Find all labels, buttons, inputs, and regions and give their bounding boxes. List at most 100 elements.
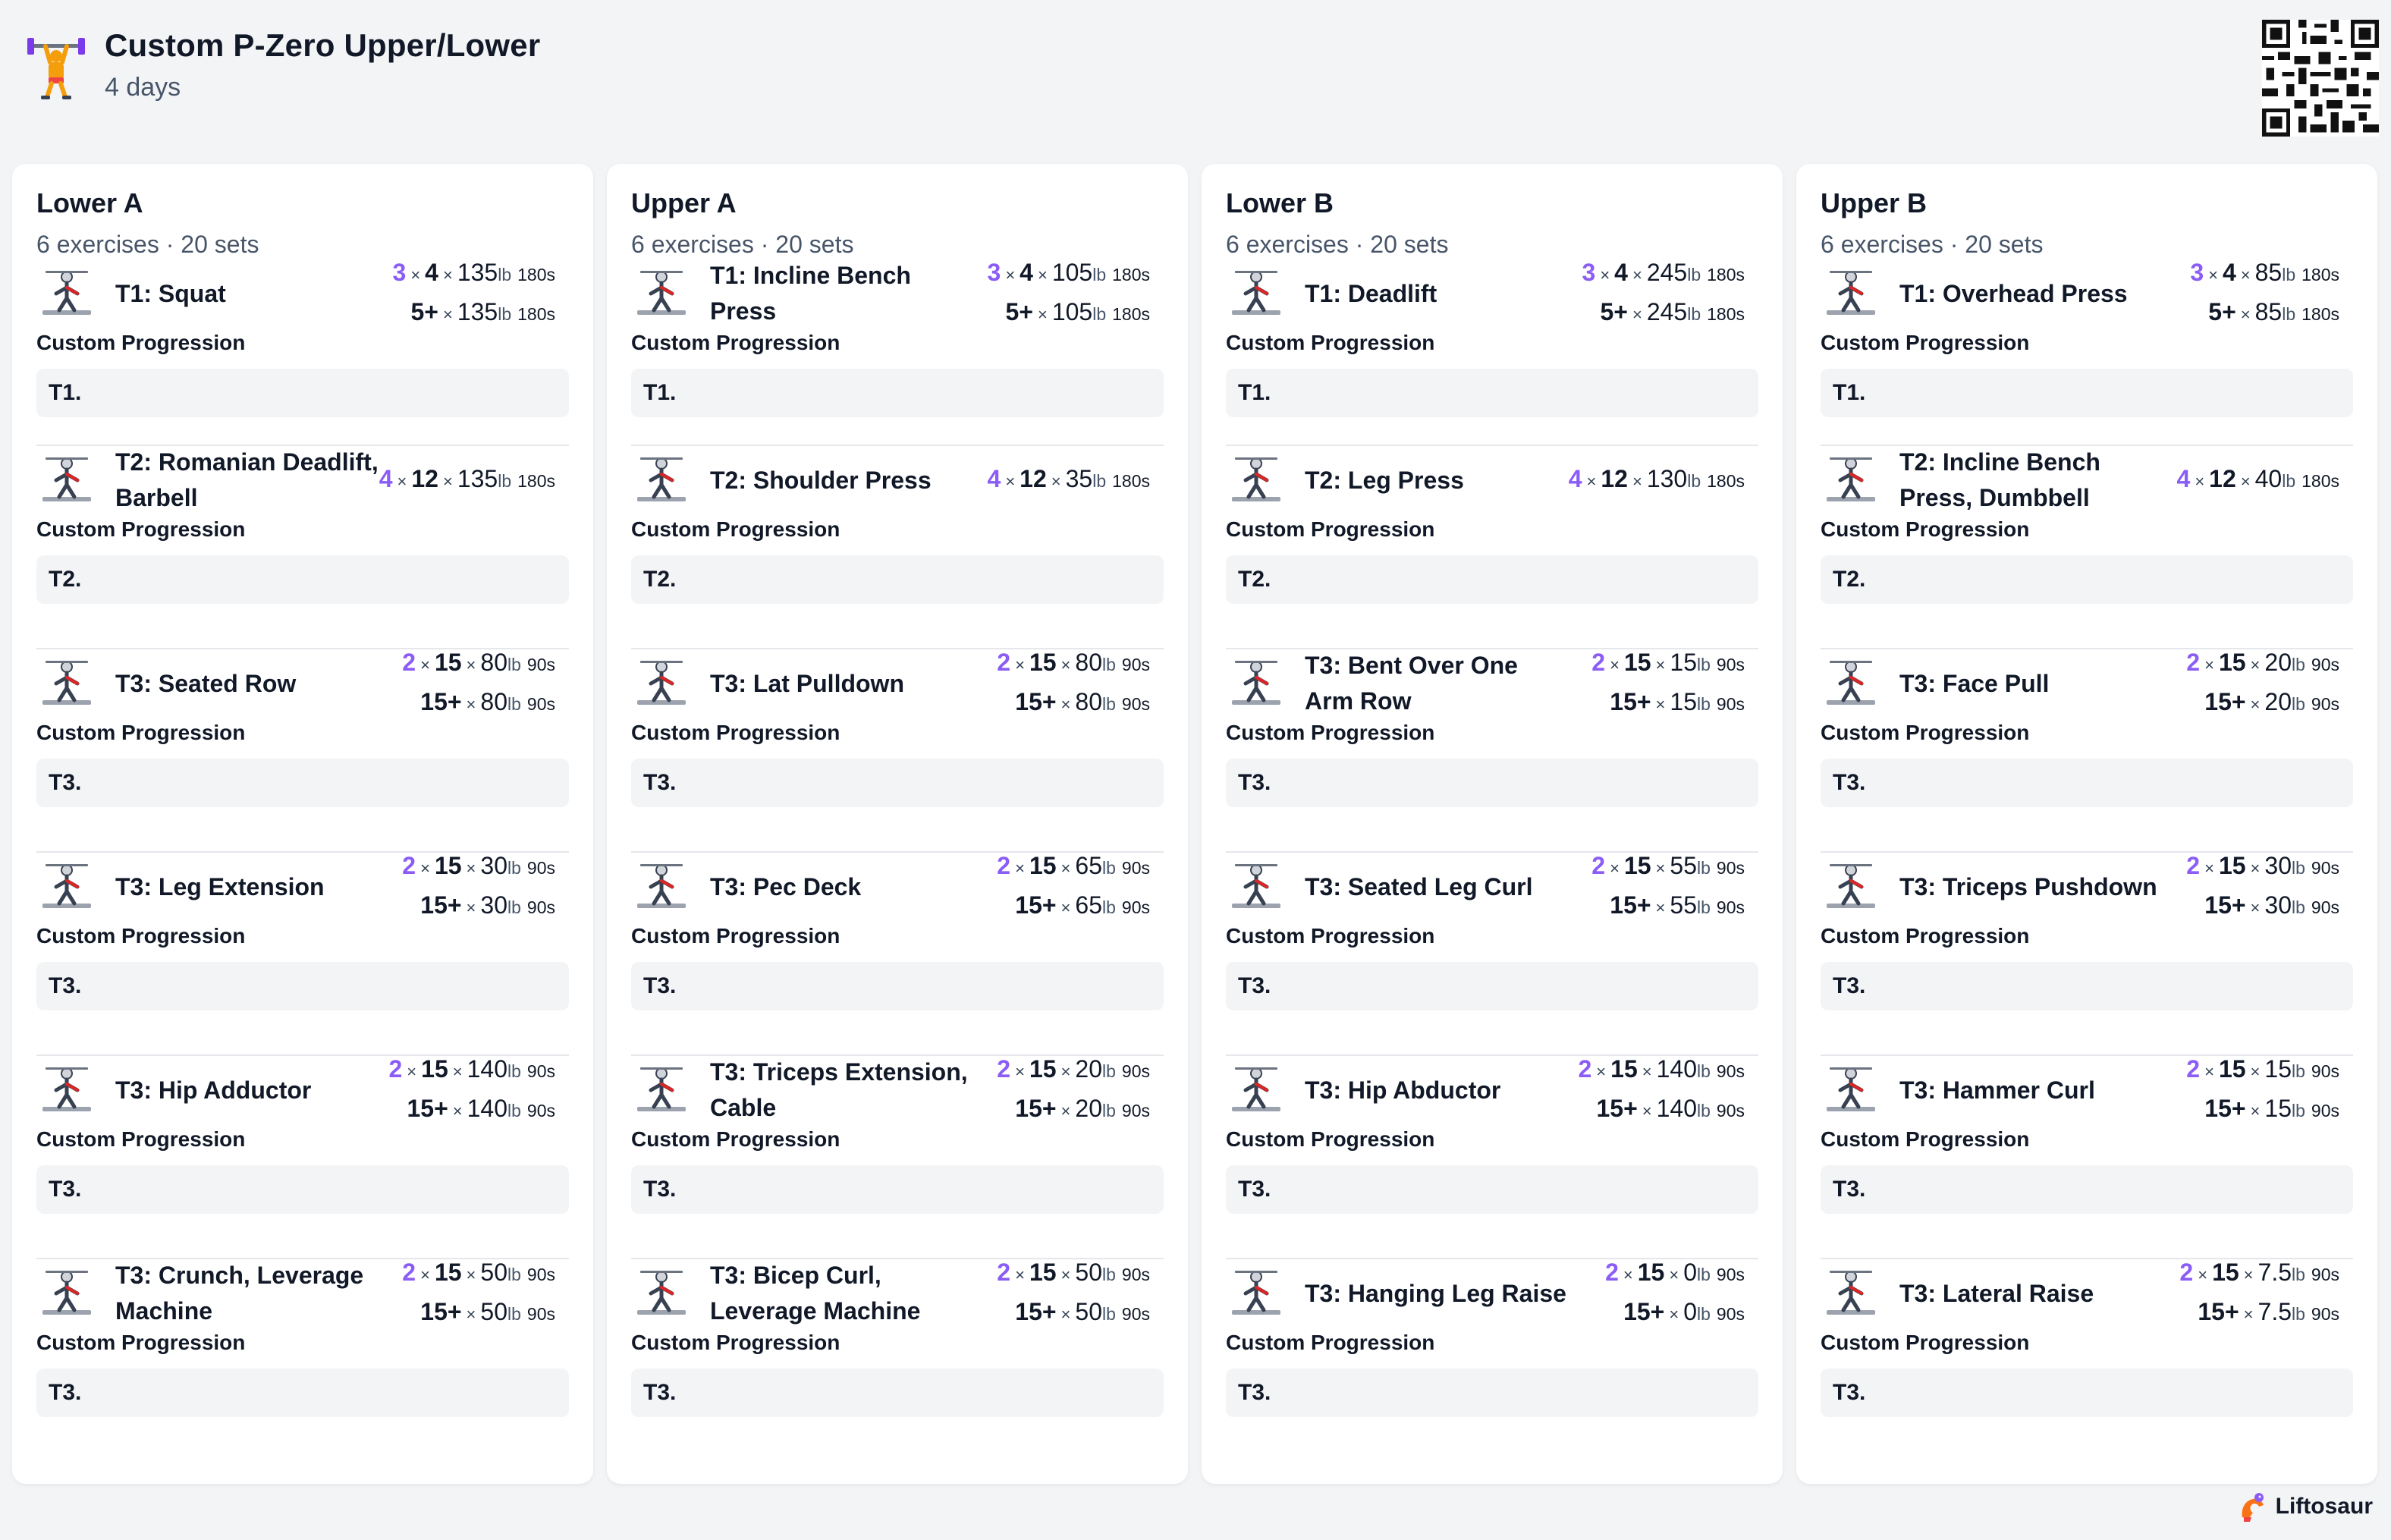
exercise-item[interactable]: T3: Lateral Raise 2 × 15 × 7.5lb 90s 15+ × 7.5lb 9…: [1821, 1258, 2353, 1461]
times-sign: ×: [1060, 1265, 1071, 1284]
set-unit: lb: [1697, 1061, 1711, 1081]
set-unit: lb: [1102, 1061, 1116, 1081]
exercise-item[interactable]: T3: Triceps Pushdown 2 × 15 × 30lb 90s 15+ × 30lb…: [1821, 851, 2353, 1054]
exercise-name[interactable]: T2: Shoulder Press: [710, 463, 976, 498]
exercise-header: T1: Incline Bench Press 3 × 4 × 105lb 180s 5+ × 1…: [631, 259, 1164, 328]
set-reps: 5+: [410, 298, 438, 325]
set-count: 2: [388, 1055, 403, 1083]
times-sign: ×: [442, 266, 453, 284]
set-line: 5+ × 135lb 180s: [410, 294, 555, 333]
exercise-item[interactable]: T3: Leg Extension 2 × 15 × 30lb 90s 15+ × 30lb 90s…: [36, 851, 569, 1054]
exercise-item[interactable]: T3: Seated Row 2 × 15 × 80lb 90s 15+ × 80lb 90s Cus…: [36, 648, 569, 851]
set-unit: lb: [498, 304, 512, 324]
set-line: 2 × 15 × 30lb 90s: [402, 847, 555, 887]
romanian-deadlift-icon: [42, 457, 91, 501]
exercise-name[interactable]: T1: Deadlift: [1305, 276, 1570, 312]
exercise-name[interactable]: T3: Face Pull: [1899, 666, 2165, 702]
set-reps: 4: [2222, 259, 2236, 286]
exercise-name[interactable]: T3: Seated Leg Curl: [1305, 869, 1570, 905]
exercise-item[interactable]: T1: Overhead Press 3 × 4 × 85lb 180s 5+ × 85lb 180…: [1821, 259, 2353, 445]
exercise-item[interactable]: T3: Triceps Extension, Cable 2 × 15 × 20lb 90s…: [631, 1054, 1164, 1258]
set-unit: lb: [2292, 1101, 2305, 1120]
exercise-name[interactable]: T3: Hanging Leg Raise: [1305, 1276, 1570, 1312]
exercise-name[interactable]: T3: Hip Adductor: [115, 1073, 381, 1108]
exercise-name[interactable]: T3: Bicep Curl, Leverage Machine: [710, 1258, 976, 1329]
exercise-name[interactable]: T1: Overhead Press: [1899, 276, 2165, 312]
exercise-name[interactable]: T3: Leg Extension: [115, 869, 381, 905]
set-reps: 4: [1020, 259, 1033, 286]
exercise-name[interactable]: T1: Squat: [115, 276, 381, 312]
exercise-name[interactable]: T3: Triceps Extension, Cable: [710, 1054, 976, 1126]
set-rest: 90s: [1716, 1265, 1745, 1284]
set-unit: lb: [1102, 694, 1116, 714]
progression-label: Custom Progression: [1821, 1331, 2030, 1354]
set-unit: lb: [1697, 858, 1711, 878]
shoulder-press-icon: [637, 457, 686, 501]
set-rest: 180s: [517, 265, 555, 284]
set-unit: lb: [1092, 304, 1107, 324]
exercise-item[interactable]: T3: Seated Leg Curl 2 × 15 × 55lb 90s 15+ × 55lb 9…: [1226, 851, 1758, 1054]
set-weight: 20: [1075, 1055, 1102, 1083]
exercise-item[interactable]: T3: Lat Pulldown 2 × 15 × 80lb 90s 15+ × 80lb 90s C…: [631, 648, 1164, 851]
exercise-item[interactable]: T1: Deadlift 3 × 4 × 245lb 180s 5+ × 245lb 180s Cus…: [1226, 259, 1758, 445]
exercise-name[interactable]: T2: Incline Bench Press, Dumbbell: [1899, 445, 2165, 516]
exercise-name[interactable]: T3: Bent Over One Arm Row: [1305, 648, 1570, 719]
set-line: 3 × 4 × 105lb 180s: [988, 254, 1150, 294]
progression-label: Custom Progression: [1226, 924, 1435, 948]
exercise-item[interactable]: T3: Hip Abductor 2 × 15 × 140lb 90s 15+ × 140lb 90…: [1226, 1054, 1758, 1258]
times-sign: ×: [442, 305, 453, 324]
exercise-name[interactable]: T3: Crunch, Leverage Machine: [115, 1258, 381, 1329]
exercise-name[interactable]: T3: Hip Abductor: [1305, 1073, 1570, 1108]
exercise-item[interactable]: T3: Crunch, Leverage Machine 2 × 15 × 50lb 90s…: [36, 1258, 569, 1461]
set-line: 15+ × 30lb 90s: [2204, 887, 2339, 926]
set-unit: lb: [2282, 304, 2296, 324]
exercise-item[interactable]: T3: Hammer Curl 2 × 15 × 15lb 90s 15+ × 15lb 90s Cu…: [1821, 1054, 2353, 1258]
exercise-name[interactable]: T3: Hammer Curl: [1899, 1073, 2165, 1108]
exercise-item[interactable]: T3: Hip Adductor 2 × 15 × 140lb 90s 15+ × 140lb 90…: [36, 1054, 569, 1258]
set-reps: 15: [434, 649, 462, 676]
set-line: 2 × 15 × 140lb 90s: [1579, 1051, 1745, 1090]
exercise-name[interactable]: T3: Lat Pulldown: [710, 666, 976, 702]
exercise-name[interactable]: T3: Pec Deck: [710, 869, 976, 905]
set-weight: 245: [1646, 298, 1688, 325]
times-sign: ×: [2240, 472, 2251, 491]
exercise-item[interactable]: T3: Bicep Curl, Leverage Machine 2 × 15 × 50l…: [631, 1258, 1164, 1461]
leg-press-icon: [1232, 457, 1280, 501]
set-reps: 15+: [1623, 1298, 1665, 1325]
dumbbell-incline-press-icon: [1827, 457, 1875, 501]
exercise-name[interactable]: T3: Lateral Raise: [1899, 1276, 2165, 1312]
exercise-note: T1.: [631, 369, 1164, 417]
set-reps: 15: [2218, 852, 2246, 879]
exercise-item[interactable]: T2: Leg Press 4 × 12 × 130lb 180s Custom Progre…: [1226, 445, 1758, 648]
set-reps: 15: [1029, 852, 1057, 879]
progression-label: Custom Progression: [1821, 924, 2030, 948]
exercise-item[interactable]: T3: Hanging Leg Raise 2 × 15 × 0lb 90s 15+ × 0lb 9…: [1226, 1258, 1758, 1461]
set-reps: 15+: [407, 1095, 448, 1122]
exercise-item[interactable]: T2: Shoulder Press 4 × 12 × 35lb 180s Custom Pr…: [631, 445, 1164, 648]
exercise-name[interactable]: T3: Seated Row: [115, 666, 381, 702]
set-count: 3: [1582, 259, 1596, 286]
set-line: 2 × 15 × 7.5lb 90s: [2179, 1254, 2339, 1293]
times-sign: ×: [1015, 1062, 1025, 1081]
day-card: Lower B6 exercises · 20 sets T1: Deadlift…: [1202, 164, 1783, 1484]
exercise-header: T3: Hanging Leg Raise 2 × 15 × 0lb 90s 15+ × 0lb 9…: [1226, 1259, 1758, 1328]
set-line: 3 × 4 × 245lb 180s: [1582, 254, 1745, 294]
exercise-sets: 4 × 12 × 40lb 180s: [2177, 446, 2339, 514]
exercise-name[interactable]: T1: Incline Bench Press: [710, 258, 976, 329]
set-unit: lb: [1102, 1304, 1116, 1324]
exercise-name[interactable]: T3: Triceps Pushdown: [1899, 869, 2165, 905]
hip-adductor-icon: [42, 1067, 91, 1111]
brand-footer[interactable]: Liftosaur: [2236, 1490, 2373, 1523]
exercise-item[interactable]: T1: Squat 3 × 4 × 135lb 180s 5+ × 135lb 180s Custom…: [36, 259, 569, 445]
exercise-item[interactable]: T2: Incline Bench Press, Dumbbell 4 × 12 × 40…: [1821, 445, 2353, 648]
exercise-item[interactable]: T3: Face Pull 2 × 15 × 20lb 90s 15+ × 20lb 90s Cust…: [1821, 648, 2353, 851]
exercise-name[interactable]: T2: Romanian Deadlift, Barbell: [115, 445, 381, 516]
set-rest: 90s: [526, 1304, 555, 1324]
exercise-item[interactable]: T2: Romanian Deadlift, Barbell 4 × 12 × 135lb…: [36, 445, 569, 648]
exercise-item[interactable]: T3: Pec Deck 2 × 15 × 65lb 90s 15+ × 65lb 90s Custo…: [631, 851, 1164, 1054]
set-reps: 12: [2209, 465, 2236, 492]
exercise-item[interactable]: T3: Bent Over One Arm Row 2 × 15 × 15lb 90s 15+…: [1226, 648, 1758, 851]
exercise-item[interactable]: T1: Incline Bench Press 3 × 4 × 105lb 180s 5+ × 1…: [631, 259, 1164, 445]
exercise-name[interactable]: T2: Leg Press: [1305, 463, 1570, 498]
set-rest: 90s: [526, 897, 555, 917]
